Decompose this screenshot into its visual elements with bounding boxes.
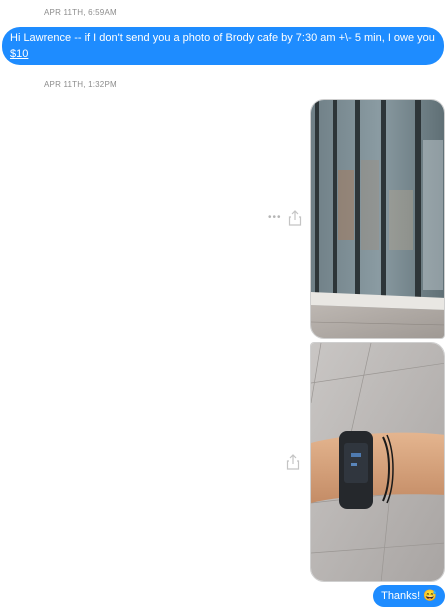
message-actions <box>286 454 300 470</box>
share-icon[interactable] <box>286 454 300 470</box>
timestamp: APR 11TH, 6:59AM <box>44 8 117 17</box>
building-photo[interactable] <box>310 99 445 339</box>
message-text: Hi Lawrence -- if I don't send you a pho… <box>10 32 435 44</box>
outgoing-message-bubble[interactable]: Thanks! 😅 <box>373 585 445 607</box>
outgoing-message-bubble[interactable]: Hi Lawrence -- if I don't send you a pho… <box>2 27 444 65</box>
message-text: Thanks! <box>381 590 421 602</box>
grinning-sweat-emoji: 😅 <box>423 590 437 602</box>
money-link[interactable]: $10 <box>10 48 28 60</box>
share-icon[interactable] <box>288 210 302 226</box>
more-options-icon[interactable]: ••• <box>268 213 282 223</box>
message-actions: ••• <box>268 210 302 226</box>
timestamp: APR 11TH, 1:32PM <box>44 80 117 89</box>
wrist-fitness-band-photo[interactable] <box>310 342 445 582</box>
